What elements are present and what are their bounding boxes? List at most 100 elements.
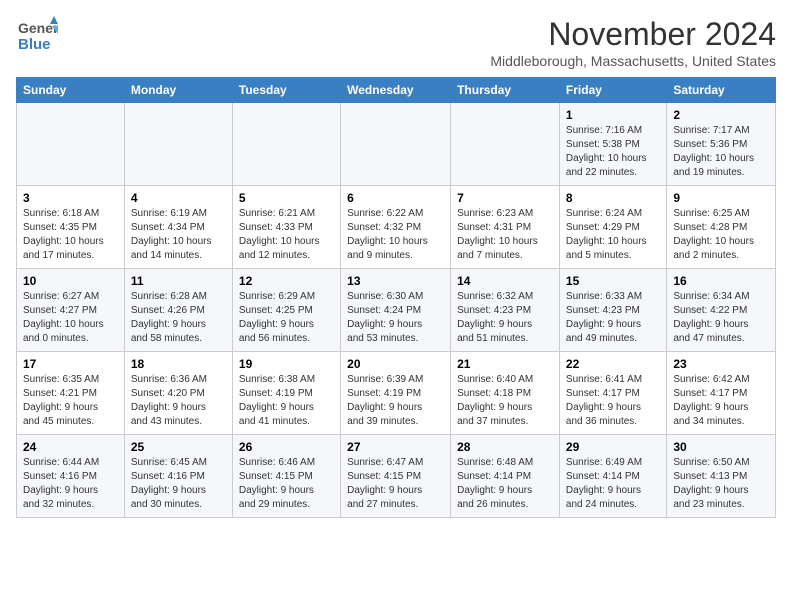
header: General Blue November 2024 Middleborough… [16, 16, 776, 69]
calendar-cell: 15Sunrise: 6:33 AM Sunset: 4:23 PM Dayli… [559, 269, 666, 352]
day-info: Sunrise: 6:18 AM Sunset: 4:35 PM Dayligh… [23, 207, 118, 263]
calendar-cell: 23 Sunrise: 6:42 AM Sunset: 4:17 PM Dayli… [667, 352, 776, 435]
logo-icon: General Blue [16, 16, 58, 54]
calendar-cell: 5 Sunrise: 6:21 AM Sunset: 4:33 PM Daylig… [232, 186, 340, 269]
calendar-cell: 20Sunrise: 6:39 AM Sunset: 4:19 PM Dayli… [341, 352, 451, 435]
month-title: November 2024 [490, 16, 776, 53]
day-info: Sunrise: 6:42 AM Sunset: 4:17 PM Dayligh… [673, 373, 769, 429]
day-info: Sunrise: 6:33 AM Sunset: 4:23 PM Dayligh… [566, 290, 660, 346]
day-info: Sunrise: 6:36 AM Sunset: 4:20 PM Dayligh… [131, 373, 226, 429]
week-row-4: 24 Sunrise: 6:44 AM Sunset: 4:16 PM Dayli… [17, 435, 776, 518]
calendar-cell [17, 103, 125, 186]
subtitle: Middleborough, Massachusetts, United Sta… [490, 53, 776, 69]
day-info: Sunrise: 6:47 AM Sunset: 4:15 PM Dayligh… [347, 456, 444, 512]
day-info: Sunrise: 6:21 AM Sunset: 4:33 PM Dayligh… [239, 207, 334, 263]
day-info: Sunrise: 6:39 AM Sunset: 4:19 PM Dayligh… [347, 373, 444, 429]
day-info: Sunrise: 6:22 AM Sunset: 4:32 PM Dayligh… [347, 207, 444, 263]
calendar-cell: 25 Sunrise: 6:45 AM Sunset: 4:16 PM Dayli… [124, 435, 232, 518]
day-info: Sunrise: 6:41 AM Sunset: 4:17 PM Dayligh… [566, 373, 660, 429]
calendar-cell [341, 103, 451, 186]
calendar-cell: 26 Sunrise: 6:46 AM Sunset: 4:15 PM Dayli… [232, 435, 340, 518]
title-area: November 2024 Middleborough, Massachuset… [490, 16, 776, 69]
day-info: Sunrise: 6:48 AM Sunset: 4:14 PM Dayligh… [457, 456, 553, 512]
day-number: 28 [457, 440, 553, 454]
calendar-cell: 28 Sunrise: 6:48 AM Sunset: 4:14 PM Dayli… [451, 435, 560, 518]
calendar-cell: 27Sunrise: 6:47 AM Sunset: 4:15 PM Dayli… [341, 435, 451, 518]
calendar-cell: 24 Sunrise: 6:44 AM Sunset: 4:16 PM Dayli… [17, 435, 125, 518]
calendar-cell: 4 Sunrise: 6:19 AM Sunset: 4:34 PM Daylig… [124, 186, 232, 269]
weekday-saturday: Saturday [667, 78, 776, 103]
day-number: 2 [673, 108, 769, 122]
weekday-thursday: Thursday [451, 78, 560, 103]
svg-text:Blue: Blue [18, 36, 51, 53]
day-info: Sunrise: 6:45 AM Sunset: 4:16 PM Dayligh… [131, 456, 226, 512]
calendar: SundayMondayTuesdayWednesdayThursdayFrid… [16, 77, 776, 518]
day-number: 18 [131, 357, 226, 371]
calendar-cell: 30Sunrise: 6:50 AM Sunset: 4:13 PM Dayli… [667, 435, 776, 518]
day-number: 24 [23, 440, 118, 454]
weekday-wednesday: Wednesday [341, 78, 451, 103]
calendar-cell [451, 103, 560, 186]
day-number: 29 [566, 440, 660, 454]
day-number: 5 [239, 191, 334, 205]
week-row-0: 1 Sunrise: 7:16 AM Sunset: 5:38 PM Daylig… [17, 103, 776, 186]
calendar-header: SundayMondayTuesdayWednesdayThursdayFrid… [17, 78, 776, 103]
calendar-cell: 10Sunrise: 6:27 AM Sunset: 4:27 PM Dayli… [17, 269, 125, 352]
calendar-cell: 21Sunrise: 6:40 AM Sunset: 4:18 PM Dayli… [451, 352, 560, 435]
day-info: Sunrise: 6:46 AM Sunset: 4:15 PM Dayligh… [239, 456, 334, 512]
weekday-monday: Monday [124, 78, 232, 103]
day-number: 9 [673, 191, 769, 205]
day-info: Sunrise: 6:24 AM Sunset: 4:29 PM Dayligh… [566, 207, 660, 263]
day-number: 22 [566, 357, 660, 371]
day-number: 8 [566, 191, 660, 205]
day-number: 12 [239, 274, 334, 288]
logo: General Blue [16, 16, 58, 54]
day-info: Sunrise: 6:44 AM Sunset: 4:16 PM Dayligh… [23, 456, 118, 512]
day-info: Sunrise: 6:50 AM Sunset: 4:13 PM Dayligh… [673, 456, 769, 512]
day-number: 10 [23, 274, 118, 288]
calendar-cell: 13Sunrise: 6:30 AM Sunset: 4:24 PM Dayli… [341, 269, 451, 352]
day-number: 17 [23, 357, 118, 371]
calendar-cell: 8 Sunrise: 6:24 AM Sunset: 4:29 PM Daylig… [559, 186, 666, 269]
calendar-cell [124, 103, 232, 186]
day-info: Sunrise: 6:49 AM Sunset: 4:14 PM Dayligh… [566, 456, 660, 512]
day-number: 3 [23, 191, 118, 205]
day-info: Sunrise: 6:25 AM Sunset: 4:28 PM Dayligh… [673, 207, 769, 263]
calendar-cell: 2 Sunrise: 7:17 AM Sunset: 5:36 PM Daylig… [667, 103, 776, 186]
day-number: 4 [131, 191, 226, 205]
day-info: Sunrise: 6:29 AM Sunset: 4:25 PM Dayligh… [239, 290, 334, 346]
calendar-cell: 12 Sunrise: 6:29 AM Sunset: 4:25 PM Dayli… [232, 269, 340, 352]
day-info: Sunrise: 6:34 AM Sunset: 4:22 PM Dayligh… [673, 290, 769, 346]
day-number: 14 [457, 274, 553, 288]
week-row-2: 10Sunrise: 6:27 AM Sunset: 4:27 PM Dayli… [17, 269, 776, 352]
calendar-cell: 18 Sunrise: 6:36 AM Sunset: 4:20 PM Dayli… [124, 352, 232, 435]
calendar-cell: 22 Sunrise: 6:41 AM Sunset: 4:17 PM Dayli… [559, 352, 666, 435]
day-number: 13 [347, 274, 444, 288]
calendar-body: 1 Sunrise: 7:16 AM Sunset: 5:38 PM Daylig… [17, 103, 776, 518]
day-info: Sunrise: 7:17 AM Sunset: 5:36 PM Dayligh… [673, 124, 769, 180]
day-info: Sunrise: 6:28 AM Sunset: 4:26 PM Dayligh… [131, 290, 226, 346]
day-number: 23 [673, 357, 769, 371]
calendar-cell: 9 Sunrise: 6:25 AM Sunset: 4:28 PM Daylig… [667, 186, 776, 269]
calendar-cell: 7Sunrise: 6:23 AM Sunset: 4:31 PM Daylig… [451, 186, 560, 269]
calendar-cell: 3 Sunrise: 6:18 AM Sunset: 4:35 PM Daylig… [17, 186, 125, 269]
weekday-header-row: SundayMondayTuesdayWednesdayThursdayFrid… [17, 78, 776, 103]
calendar-cell: 17Sunrise: 6:35 AM Sunset: 4:21 PM Dayli… [17, 352, 125, 435]
week-row-3: 17Sunrise: 6:35 AM Sunset: 4:21 PM Dayli… [17, 352, 776, 435]
calendar-cell: 16 Sunrise: 6:34 AM Sunset: 4:22 PM Dayli… [667, 269, 776, 352]
day-info: Sunrise: 6:23 AM Sunset: 4:31 PM Dayligh… [457, 207, 553, 263]
day-number: 21 [457, 357, 553, 371]
day-number: 25 [131, 440, 226, 454]
day-number: 16 [673, 274, 769, 288]
day-info: Sunrise: 6:19 AM Sunset: 4:34 PM Dayligh… [131, 207, 226, 263]
calendar-cell: 6Sunrise: 6:22 AM Sunset: 4:32 PM Daylig… [341, 186, 451, 269]
weekday-friday: Friday [559, 78, 666, 103]
day-info: Sunrise: 6:38 AM Sunset: 4:19 PM Dayligh… [239, 373, 334, 429]
calendar-cell: 29 Sunrise: 6:49 AM Sunset: 4:14 PM Dayli… [559, 435, 666, 518]
calendar-cell: 11Sunrise: 6:28 AM Sunset: 4:26 PM Dayli… [124, 269, 232, 352]
day-number: 26 [239, 440, 334, 454]
calendar-cell: 14Sunrise: 6:32 AM Sunset: 4:23 PM Dayli… [451, 269, 560, 352]
day-number: 1 [566, 108, 660, 122]
calendar-cell: 19Sunrise: 6:38 AM Sunset: 4:19 PM Dayli… [232, 352, 340, 435]
day-info: Sunrise: 7:16 AM Sunset: 5:38 PM Dayligh… [566, 124, 660, 180]
